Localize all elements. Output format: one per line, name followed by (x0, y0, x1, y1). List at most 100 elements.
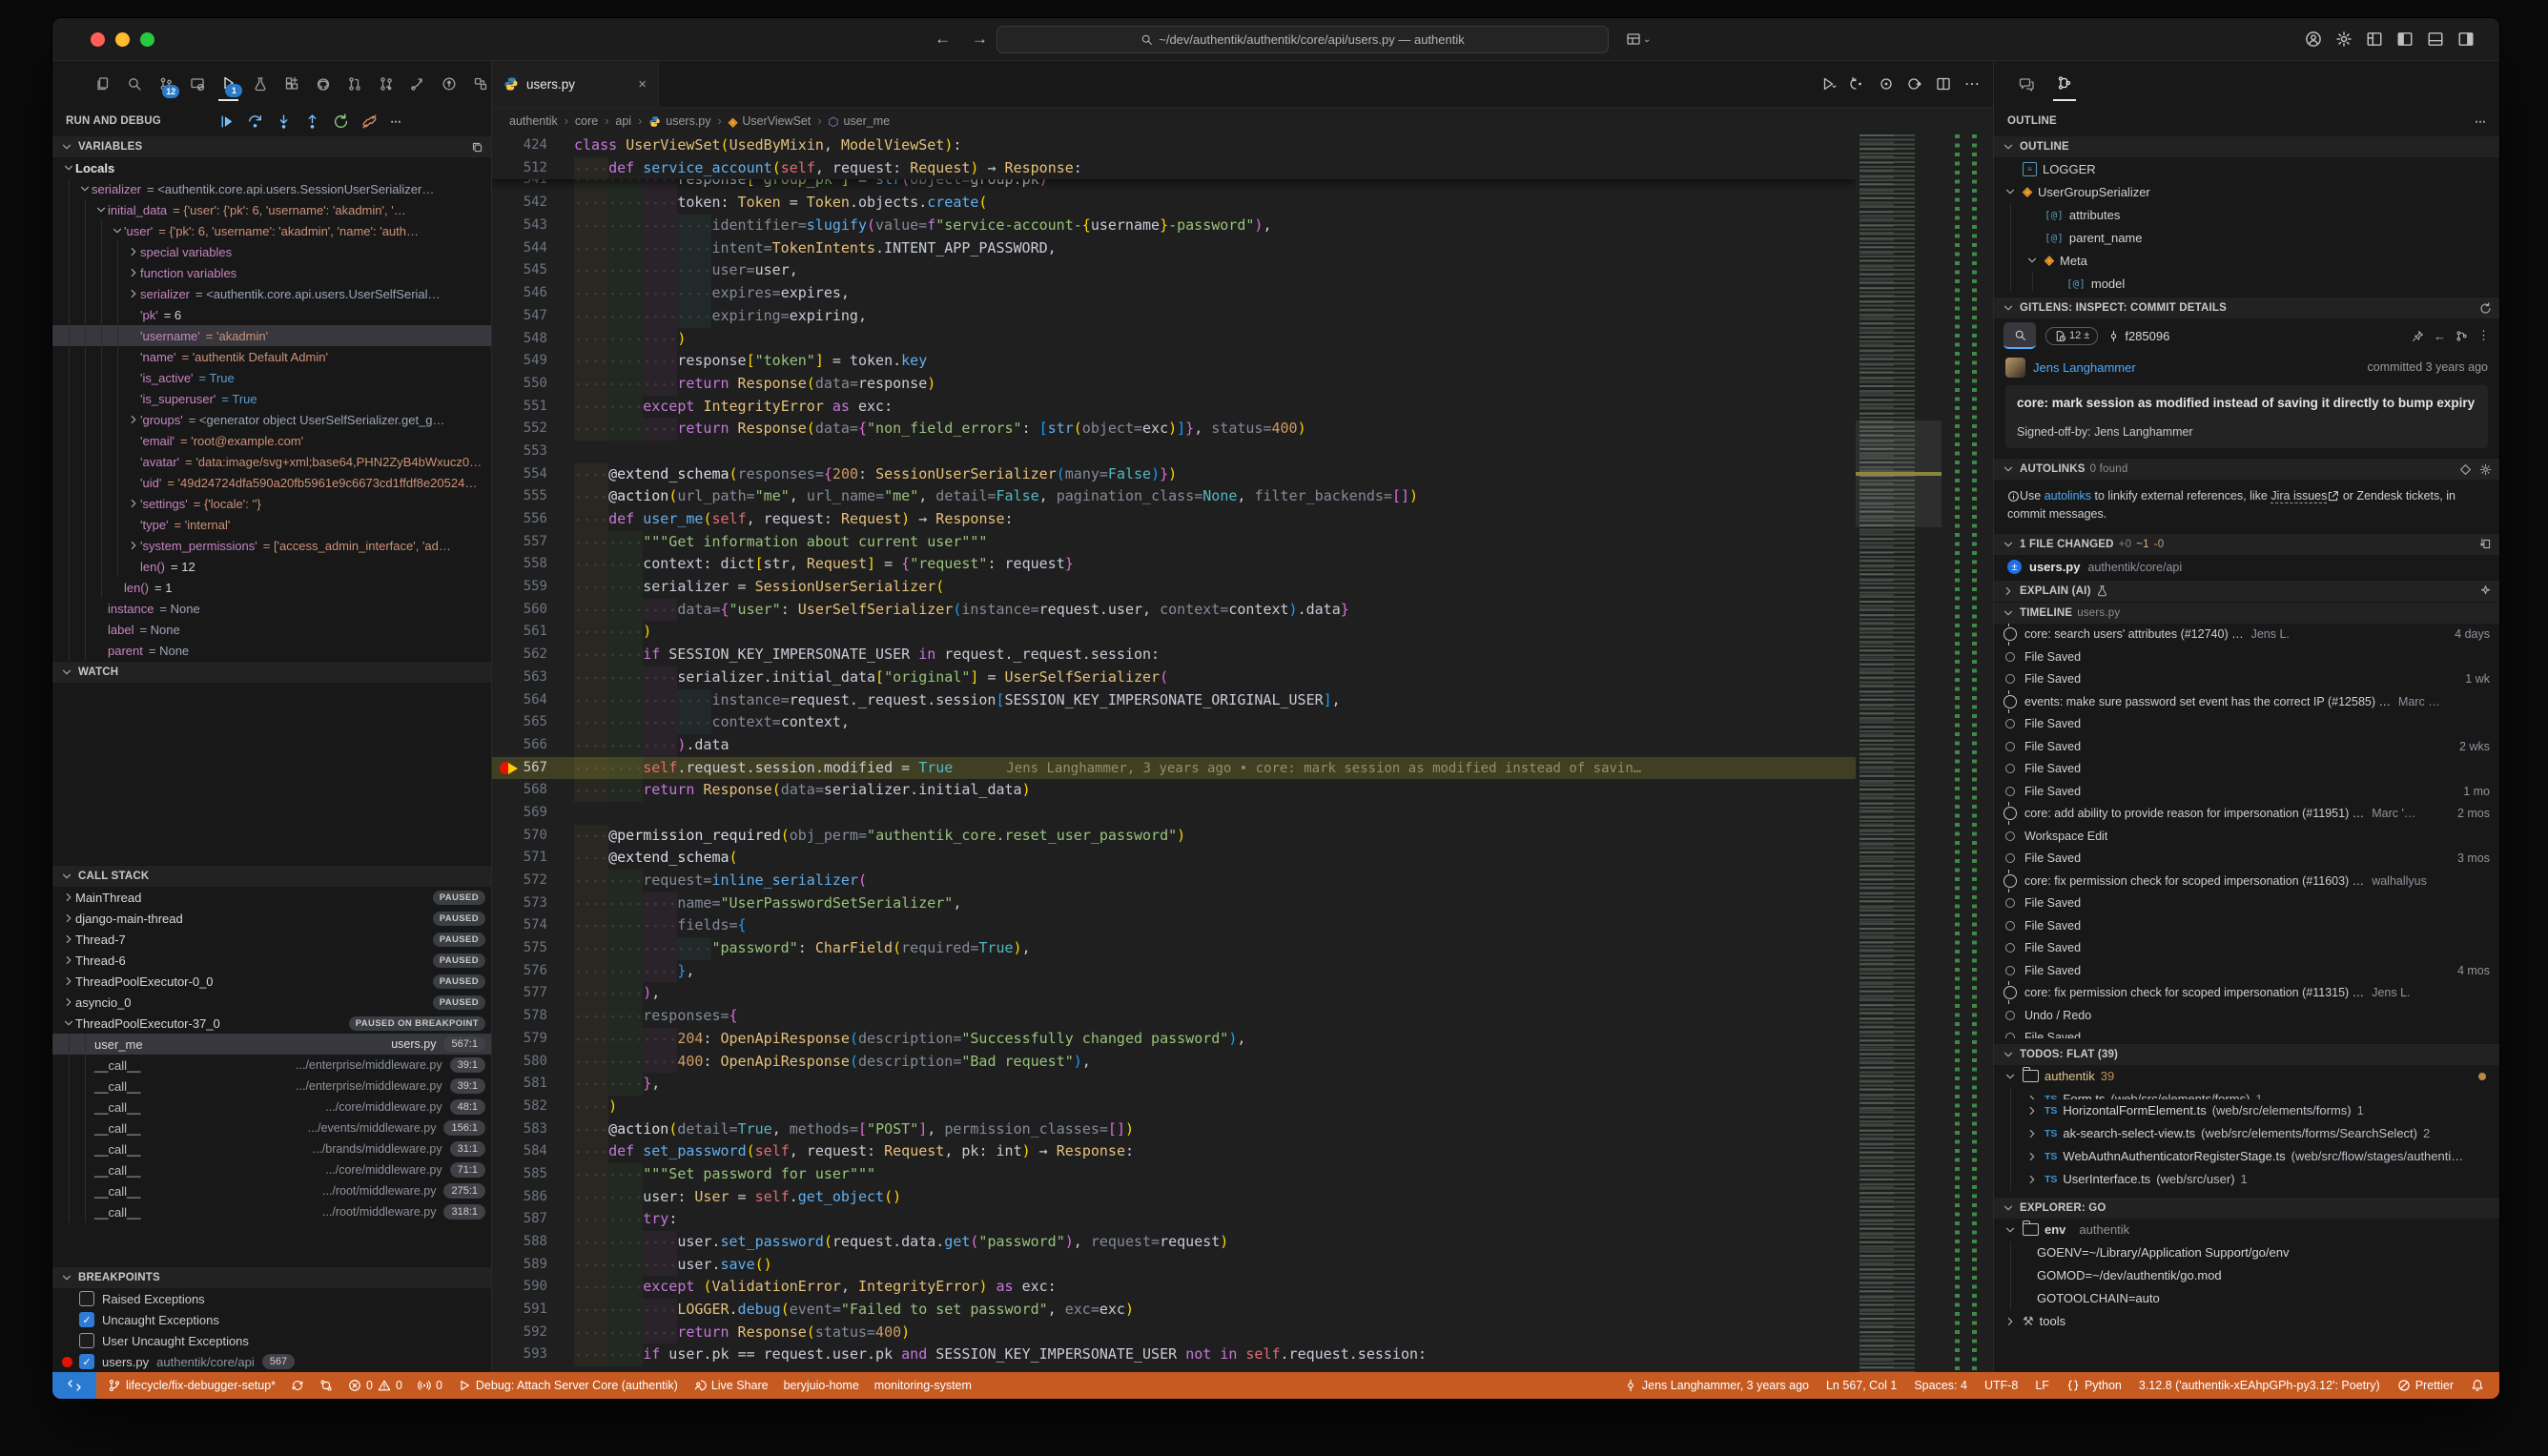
line-number[interactable]: 571 (492, 847, 547, 870)
back-icon[interactable]: ← (2434, 329, 2446, 343)
variable-row[interactable]: label= None (52, 619, 491, 640)
timeline-item[interactable]: core: fix permission check for scoped im… (1994, 982, 2499, 1005)
code-line[interactable]: 568return Response(data=serializer.initi… (492, 779, 1856, 802)
line-number[interactable]: 570 (492, 825, 547, 848)
todo-file-row[interactable]: TSUserInterface.ts(web/src/user)1 (1994, 1168, 2499, 1191)
code-line[interactable]: 575"password": CharField(required=True), (492, 937, 1856, 960)
code-line[interactable]: 566).data (492, 734, 1856, 757)
variable-row[interactable]: 'email'= 'root@example.com' (52, 430, 491, 451)
code-line[interactable]: 554@extend_schema(responses={200: Sessio… (492, 463, 1856, 486)
line-number[interactable]: 572 (492, 870, 547, 892)
status-bar-item[interactable]: LF (2035, 1379, 2049, 1392)
variable-row[interactable]: function variables (52, 262, 491, 283)
todo-file-row[interactable]: TSForm.ts(web/src/elements/forms)1 (1994, 1088, 2499, 1099)
code-line[interactable]: 571@extend_schema( (492, 847, 1856, 870)
line-number[interactable]: 586 (492, 1186, 547, 1209)
line-number[interactable]: 542 (492, 192, 547, 215)
breakpoint-row[interactable]: ✓Uncaught Exceptions (52, 1309, 491, 1330)
history-forward-icon[interactable]: → (972, 30, 988, 49)
breadcrumb-item[interactable]: core (575, 114, 598, 128)
pin-icon[interactable] (2412, 330, 2424, 342)
line-number[interactable]: 581 (492, 1073, 547, 1096)
stack-frame[interactable]: __call__.../root/middleware.py318:1 (52, 1201, 491, 1222)
variable-row[interactable]: special variables (52, 241, 491, 262)
code-line[interactable]: 551except IntegrityError as exc: (492, 396, 1856, 419)
thread-row[interactable]: MainThreadPAUSED (52, 887, 491, 908)
stack-frame[interactable]: __call__.../enterprise/middleware.py39:1 (52, 1076, 491, 1097)
tab-users-py[interactable]: users.py × (492, 61, 659, 107)
code-line[interactable]: 582) (492, 1096, 1856, 1118)
breakpoint-checkbox[interactable] (79, 1333, 94, 1348)
commit-sha[interactable]: f285096 (2107, 329, 2169, 343)
status-bar-item[interactable] (2471, 1379, 2484, 1392)
line-number[interactable]: 564 (492, 689, 547, 712)
code-line[interactable]: 553 (492, 441, 1856, 463)
line-number[interactable]: 549 (492, 350, 547, 373)
line-number[interactable]: 559 (492, 576, 547, 599)
breakpoint-checkbox[interactable]: ✓ (79, 1312, 94, 1327)
code-line[interactable]: 563serializer.initial_data["original"] =… (492, 666, 1856, 689)
thread-row[interactable]: asyncio_0PAUSED (52, 992, 491, 1013)
line-number[interactable]: 560 (492, 599, 547, 622)
line-number[interactable]: 580 (492, 1051, 547, 1074)
code-line[interactable]: 572request=inline_serializer( (492, 870, 1856, 892)
line-number[interactable]: 574 (492, 914, 547, 937)
variable-row[interactable]: initial_data= {'user': {'pk': 6, 'userna… (52, 199, 491, 220)
toggle-secondary-sidebar-icon[interactable] (2457, 31, 2475, 48)
code-line[interactable]: 578responses={ (492, 1005, 1856, 1028)
editor-more-icon[interactable]: ⋯ (1964, 74, 1980, 93)
todo-file-row[interactable]: TSak-search-select-view.ts(web/src/eleme… (1994, 1122, 2499, 1145)
settings-gear-icon[interactable] (2335, 31, 2353, 48)
code-line[interactable]: 560data={"user": UserSelfSerializer(inst… (492, 599, 1856, 622)
line-number[interactable]: 573 (492, 892, 547, 915)
toggle-panel-icon[interactable] (2427, 31, 2444, 48)
outline-section-header[interactable]: OUTLINE (1994, 135, 2499, 157)
line-number[interactable]: 512 (492, 157, 547, 180)
code-line[interactable]: 543identifier=slugify(value=f"service-ac… (492, 215, 1856, 237)
line-number[interactable]: 555 (492, 485, 547, 508)
line-number[interactable]: 584 (492, 1140, 547, 1163)
code-line[interactable]: 588user.set_password(request.data.get("p… (492, 1231, 1856, 1254)
breakpoint-checkbox[interactable] (79, 1291, 94, 1306)
line-number[interactable]: 589 (492, 1254, 547, 1277)
debug-coverage-icon[interactable] (1879, 76, 1894, 92)
env-var-row[interactable]: GOMOD=~/dev/authentik/go.mod (1994, 1264, 2499, 1287)
code-line[interactable]: 586user: User = self.get_object() (492, 1186, 1856, 1209)
line-number[interactable]: 583 (492, 1118, 547, 1141)
code-line[interactable]: 424class UserViewSet(UsedByMixin, ModelV… (492, 134, 1856, 157)
outline-item[interactable]: ◈Meta (1994, 249, 2499, 272)
line-number[interactable]: 552 (492, 418, 547, 441)
code-line[interactable]: 558context: dict[str, Request] = {"reque… (492, 553, 1856, 576)
status-bar-item[interactable]: Live Share (693, 1379, 769, 1392)
timeline-item[interactable]: File Saved (1994, 937, 2499, 960)
code-line[interactable]: 577), (492, 982, 1856, 1005)
line-number[interactable]: 591 (492, 1299, 547, 1322)
timeline-item[interactable]: core: fix permission check for scoped im… (1994, 870, 2499, 892)
jira-issues-link[interactable]: Jira issues (2271, 489, 2327, 503)
comments-view-icon[interactable] (2015, 68, 2038, 100)
code-line[interactable]: 555@action(url_path="me", url_name="me",… (492, 485, 1856, 508)
line-number[interactable]: 547 (492, 305, 547, 328)
line-number[interactable]: 585 (492, 1163, 547, 1186)
code-line[interactable]: 580400: OpenApiResponse(description="Bad… (492, 1051, 1856, 1074)
stack-frame[interactable]: __call__.../enterprise/middleware.py39:1 (52, 1055, 491, 1076)
gitkraken-icon[interactable] (440, 68, 460, 100)
todos-section-header[interactable]: TODOS: FLAT (39) (1994, 1043, 2499, 1065)
close-window-button[interactable] (91, 32, 105, 47)
autolinks-settings-icon[interactable] (2479, 463, 2492, 476)
line-number[interactable]: 582 (492, 1096, 547, 1118)
remote-explorer-icon[interactable] (187, 68, 207, 100)
debug-action-icon[interactable] (1850, 76, 1865, 92)
line-number[interactable]: 575 (492, 937, 547, 960)
variable-row[interactable]: 'system_permissions'= ['access_admin_int… (52, 535, 491, 556)
status-bar-item[interactable]: beryjuio-home (784, 1379, 859, 1392)
minimap[interactable] (1856, 134, 1942, 1372)
line-number[interactable]: 590 (492, 1276, 547, 1299)
variable-row[interactable]: serializer= <authentik.core.api.users.Se… (52, 178, 491, 199)
breadcrumb-item[interactable]: api (615, 114, 631, 128)
autolink-icon[interactable] (2459, 463, 2472, 476)
minimize-window-button[interactable] (115, 32, 130, 47)
line-number[interactable]: 593 (492, 1343, 547, 1366)
variable-row[interactable]: 'uid'= '49d24724dfa590a20fb5961e9c6673cd… (52, 472, 491, 493)
code-line[interactable]: 589user.save() (492, 1254, 1856, 1277)
